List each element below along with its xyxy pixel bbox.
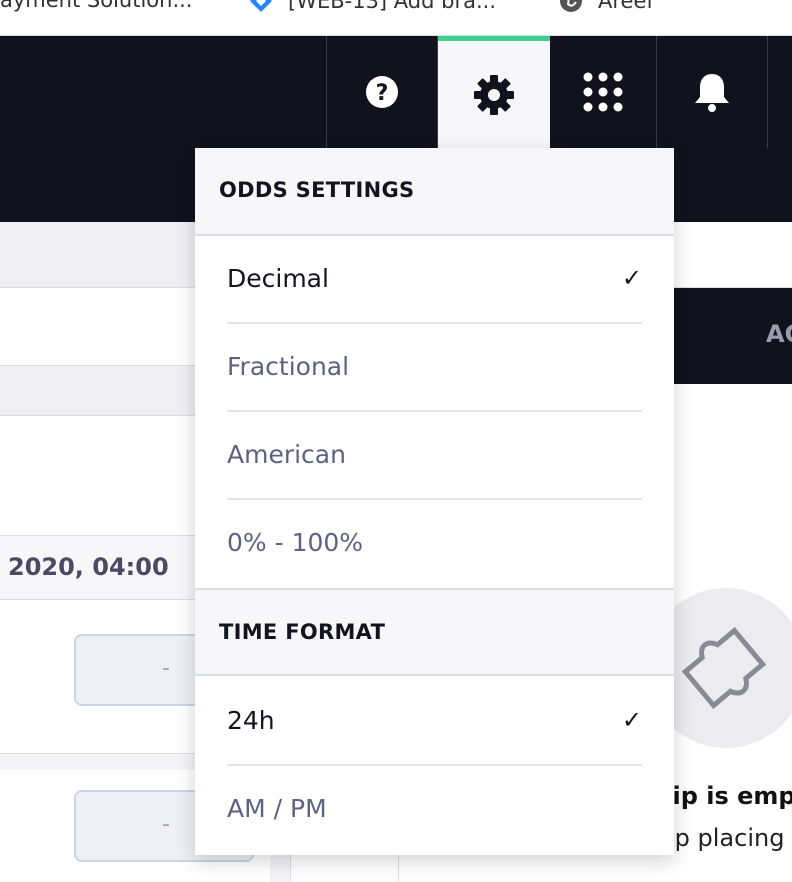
odds-settings-heading: ODDS SETTINGS [219, 178, 415, 202]
bookmark-label: Areef [598, 0, 654, 13]
time-format-header: TIME FORMAT [195, 588, 674, 676]
grid-dots-icon [583, 72, 623, 112]
check-icon: ✓ [621, 706, 642, 734]
option-label: Decimal [227, 264, 329, 293]
time-format-heading: TIME FORMAT [219, 620, 386, 644]
jira-icon [250, 0, 272, 12]
question-circle-icon: ? [366, 76, 398, 108]
betslip-empty-subtitle: lp placing [668, 824, 785, 852]
option-label: AM / PM [227, 794, 327, 823]
bell-icon [695, 74, 729, 112]
globe-icon [560, 0, 582, 12]
top-navigation: ? [0, 36, 792, 148]
bookmarks-bar: ayment Solution... [WEB-13] Add bra... A… [0, 0, 792, 36]
betslip-tab[interactable]: AC [766, 320, 792, 348]
bookmark-label: [WEB-13] Add bra... [288, 0, 496, 13]
bookmark-areef[interactable]: Areef [558, 0, 654, 14]
settings-dropdown: ODDS SETTINGS Decimal ✓ Fractional Ameri… [195, 148, 674, 855]
betslip-header [674, 222, 792, 288]
bookmark-web13[interactable]: [WEB-13] Add bra... [248, 0, 496, 14]
apps-button[interactable] [550, 36, 656, 148]
gear-icon [474, 74, 514, 115]
odds-option-american[interactable]: American [227, 412, 642, 500]
odds-settings-header: ODDS SETTINGS [195, 148, 674, 236]
option-label: Fractional [227, 352, 350, 381]
option-label: 24h [227, 706, 275, 735]
betslip-tabs: AC [674, 288, 792, 384]
notifications-button[interactable] [657, 36, 767, 148]
odds-option-fractional[interactable]: Fractional [227, 324, 642, 412]
help-button[interactable]: ? [327, 36, 437, 148]
app-root: ayment Solution... [WEB-13] Add bra... A… [0, 0, 792, 882]
svg-text:?: ? [376, 81, 389, 106]
odds-placeholder: - [162, 656, 170, 681]
odds-option-decimal[interactable]: Decimal ✓ [227, 236, 642, 324]
odds-placeholder: - [162, 812, 170, 837]
bookmark-label: ayment Solution... [0, 0, 193, 12]
option-label: American [227, 440, 346, 469]
nav-divider [767, 36, 768, 148]
time-option-24h[interactable]: 24h ✓ [227, 678, 642, 766]
time-option-ampm[interactable]: AM / PM [227, 766, 642, 854]
odds-option-percentage[interactable]: 0% - 100% [227, 500, 642, 588]
event-date: 2020, 04:00 [8, 553, 169, 581]
bookmark-payment[interactable]: ayment Solution... [0, 0, 192, 12]
option-label: 0% - 100% [227, 528, 364, 557]
settings-button[interactable] [438, 36, 550, 148]
check-icon: ✓ [621, 264, 642, 292]
